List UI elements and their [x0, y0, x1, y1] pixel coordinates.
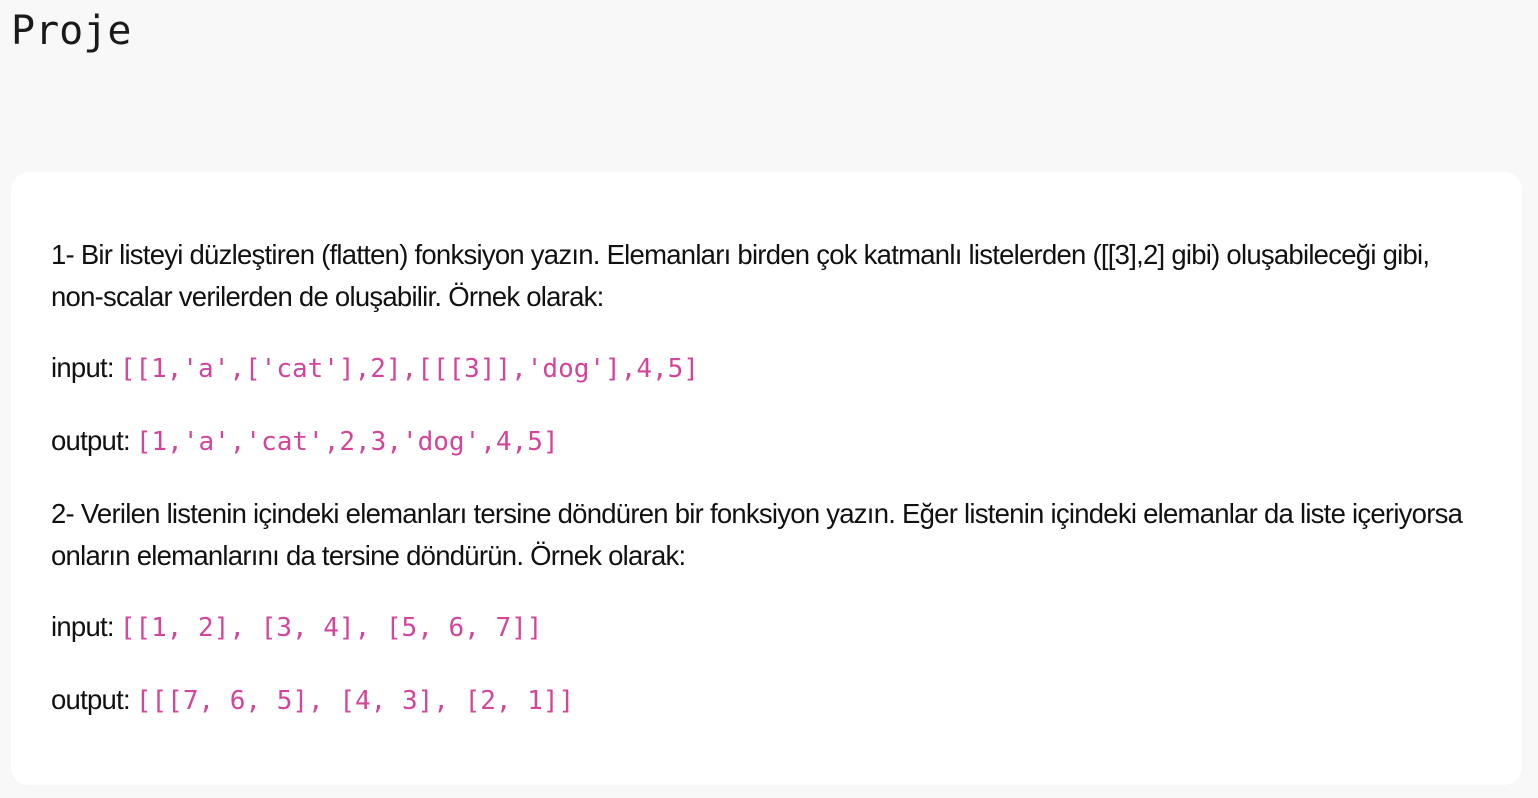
output-code: [[[7, 6, 5], [4, 3], [2, 1]] — [135, 686, 575, 716]
input-code: [[1,'a',['cat'],2],[[[3]],'dog'],4,5] — [119, 354, 699, 384]
task-1-input-example: input: [[1,'a',['cat'],2],[[[3]],'dog'],4… — [51, 347, 1482, 390]
task-1-output-example: output: [1,'a','cat',2,3,'dog',4,5] — [51, 420, 1482, 463]
input-code: [[1, 2], [3, 4], [5, 6, 7]] — [119, 613, 543, 643]
task-1-description: 1- Bir listeyi düzleştiren (flatten) fon… — [51, 239, 1430, 312]
output-label: output: — [51, 684, 131, 715]
content-card: 1- Bir listeyi düzleştiren (flatten) fon… — [11, 172, 1522, 785]
task-2-output-example: output: [[[7, 6, 5], [4, 3], [2, 1]] — [51, 679, 1482, 722]
task-2-description: 2- Verilen listenin içindeki elemanları … — [51, 498, 1463, 571]
input-label: input: — [51, 611, 115, 642]
output-code: [1,'a','cat',2,3,'dog',4,5] — [135, 427, 559, 457]
input-label: input: — [51, 352, 115, 383]
page-title: Proje — [11, 8, 132, 54]
task-2-input-example: input: [[1, 2], [3, 4], [5, 6, 7]] — [51, 606, 1482, 649]
output-label: output: — [51, 425, 131, 456]
